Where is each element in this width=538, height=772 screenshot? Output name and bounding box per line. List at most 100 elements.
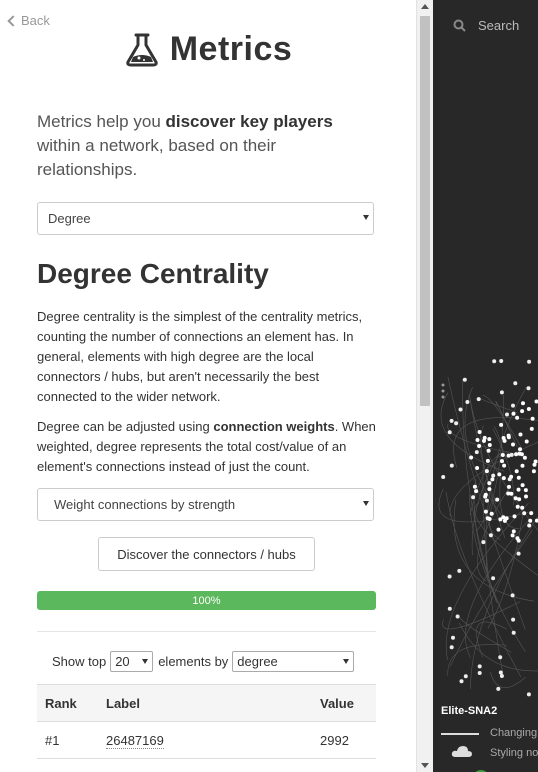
graph-node[interactable] xyxy=(454,421,459,426)
graph-node[interactable] xyxy=(477,664,482,669)
graph-node[interactable] xyxy=(520,505,525,510)
graph-node[interactable] xyxy=(499,390,504,395)
graph-node[interactable] xyxy=(491,473,496,478)
graph-node[interactable] xyxy=(487,487,492,492)
graph-node[interactable] xyxy=(521,401,525,406)
graph-node[interactable] xyxy=(475,438,480,442)
panel-scrollbar[interactable] xyxy=(416,0,433,772)
graph-node[interactable] xyxy=(526,692,531,697)
graph-node[interactable] xyxy=(481,540,486,545)
graph-node[interactable] xyxy=(477,444,482,448)
graph-node[interactable] xyxy=(489,511,494,516)
graph-node[interactable] xyxy=(469,455,474,460)
graph-node[interactable] xyxy=(523,488,528,493)
graph-node[interactable] xyxy=(485,458,490,463)
graph-node[interactable] xyxy=(511,529,516,534)
graph-node[interactable] xyxy=(528,518,533,523)
graph-node[interactable] xyxy=(518,432,523,437)
graph-node[interactable] xyxy=(501,436,506,440)
metric-select[interactable]: Degree xyxy=(37,202,374,235)
graph-node[interactable] xyxy=(492,359,497,364)
weight-select[interactable]: Weight connections by strength xyxy=(37,488,374,521)
graph-node[interactable] xyxy=(505,412,509,417)
graph-node[interactable] xyxy=(449,463,454,468)
graph-node[interactable] xyxy=(502,463,507,468)
graph-node[interactable] xyxy=(447,430,452,435)
graph-node[interactable] xyxy=(496,686,501,691)
graph-node[interactable] xyxy=(449,418,454,423)
graph-node[interactable] xyxy=(515,504,520,509)
discover-button[interactable]: Discover the connectors / hubs xyxy=(98,537,315,571)
graph-node[interactable] xyxy=(487,437,492,442)
graph-node[interactable] xyxy=(483,509,488,514)
graph-node[interactable] xyxy=(524,494,528,499)
graph-node[interactable] xyxy=(513,381,518,386)
graph-node[interactable] xyxy=(510,593,515,598)
graph-node[interactable] xyxy=(522,511,527,516)
graph-node[interactable] xyxy=(447,574,452,579)
graph-node[interactable] xyxy=(509,452,514,457)
graph-node[interactable] xyxy=(474,489,479,494)
graph-node[interactable] xyxy=(501,476,506,481)
graph-node[interactable] xyxy=(462,377,467,382)
graph-node[interactable] xyxy=(522,455,527,460)
graph-node[interactable] xyxy=(534,399,538,404)
graph-node[interactable] xyxy=(526,407,531,411)
graph-node[interactable] xyxy=(441,475,446,479)
scroll-down-arrow-icon[interactable] xyxy=(421,763,429,768)
graph-node[interactable] xyxy=(457,568,462,573)
graph-node[interactable] xyxy=(516,475,521,480)
row-label[interactable]: 26487169 xyxy=(98,721,312,759)
graph-node[interactable] xyxy=(531,469,536,474)
graph-node[interactable] xyxy=(455,614,460,619)
graph-node[interactable] xyxy=(511,617,516,622)
graph-node[interactable] xyxy=(529,426,534,431)
graph-node[interactable] xyxy=(487,443,492,447)
graph-node[interactable] xyxy=(484,498,489,503)
graph-node[interactable] xyxy=(477,430,482,434)
scroll-thumb[interactable] xyxy=(420,16,430,406)
graph-node[interactable] xyxy=(527,359,532,364)
graph-node[interactable] xyxy=(511,630,516,635)
graph-node[interactable] xyxy=(472,484,477,489)
graph-node[interactable] xyxy=(477,671,482,675)
graph-node[interactable] xyxy=(471,495,476,500)
graph-node[interactable] xyxy=(459,679,464,684)
graph-node[interactable] xyxy=(487,517,492,521)
graph-node[interactable] xyxy=(451,635,455,640)
graph-node[interactable] xyxy=(520,409,525,414)
graph-node[interactable] xyxy=(533,459,538,464)
graph-node[interactable] xyxy=(458,407,463,412)
graph-node[interactable] xyxy=(524,439,529,444)
graph-node[interactable] xyxy=(499,422,504,427)
graph-node[interactable] xyxy=(501,515,506,520)
row-label-link[interactable]: 26487169 xyxy=(106,732,164,749)
graph-node[interactable] xyxy=(500,453,505,457)
graph-node[interactable] xyxy=(447,606,452,611)
graph-node[interactable] xyxy=(495,497,500,502)
graph-node[interactable] xyxy=(530,416,535,421)
graph-node[interactable] xyxy=(516,538,521,543)
top-count-select[interactable]: 20 xyxy=(110,651,154,672)
graph-node[interactable] xyxy=(487,481,492,486)
graph-node[interactable] xyxy=(520,483,525,488)
graph-node[interactable] xyxy=(476,397,481,402)
graph-node[interactable] xyxy=(496,527,501,532)
graph-node[interactable] xyxy=(499,359,504,363)
graph-node[interactable] xyxy=(490,477,495,482)
graph-node[interactable] xyxy=(511,442,515,447)
graph-node[interactable] xyxy=(509,491,514,496)
graph-node[interactable] xyxy=(514,452,519,457)
graph-node[interactable] xyxy=(514,469,519,474)
graph-node[interactable] xyxy=(483,494,488,499)
graph-node[interactable] xyxy=(463,674,468,679)
graph-node[interactable] xyxy=(518,447,522,452)
graph-node[interactable] xyxy=(475,466,480,470)
graph-node[interactable] xyxy=(511,411,516,416)
graph-node[interactable] xyxy=(497,472,502,477)
graph-node[interactable] xyxy=(513,496,518,501)
graph-node[interactable] xyxy=(499,674,504,678)
scroll-up-arrow-icon[interactable] xyxy=(421,4,429,9)
graph-node[interactable] xyxy=(506,433,511,438)
graph-node[interactable] xyxy=(465,400,470,404)
